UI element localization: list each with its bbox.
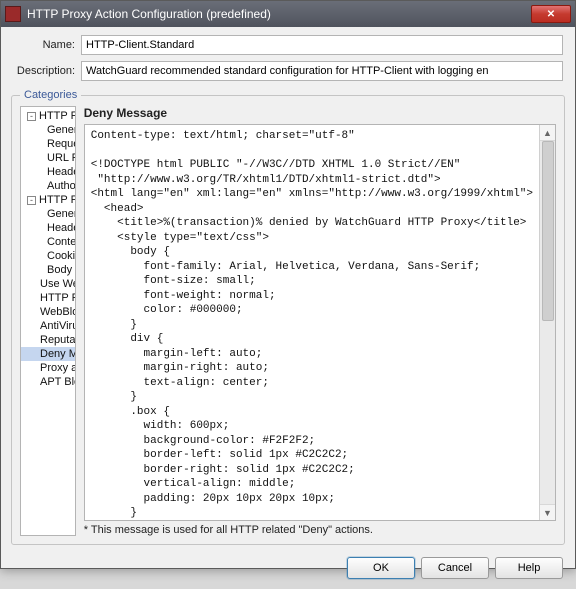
description-row: Description:	[13, 61, 563, 81]
categories-group: Categories -HTTP RequestGeneral Settings…	[11, 95, 565, 545]
tree-item-label: AntiVirus	[40, 320, 76, 332]
window-title: HTTP Proxy Action Configuration (predefi…	[27, 7, 531, 21]
help-button[interactable]: Help	[495, 557, 563, 579]
close-icon: ✕	[547, 9, 555, 20]
ok-button[interactable]: OK	[347, 557, 415, 579]
tree-expander-icon[interactable]: -	[27, 196, 36, 205]
scroll-up-arrow-icon[interactable]: ▲	[540, 125, 555, 141]
scroll-down-arrow-icon[interactable]: ▼	[540, 504, 555, 520]
tree-item[interactable]: URL Paths	[21, 151, 75, 165]
description-input[interactable]	[81, 61, 563, 81]
tree-item[interactable]: Body Content Types	[21, 263, 75, 277]
categories-inner: -HTTP RequestGeneral SettingsRequest Met…	[20, 106, 556, 536]
tree-item-label: Reputation Enabled Defense	[40, 334, 76, 346]
categories-tree[interactable]: -HTTP RequestGeneral SettingsRequest Met…	[20, 106, 76, 536]
tree-item[interactable]: Cookies	[21, 249, 75, 263]
tree-item-label: HTTP Request	[39, 110, 76, 122]
tree-item-label: HTTP Response	[39, 194, 76, 206]
tree-item[interactable]: Header Fields	[21, 165, 75, 179]
tree-item[interactable]: WebBlocker	[21, 305, 75, 319]
form-area: Name: Description:	[1, 27, 575, 91]
tree-item[interactable]: Deny Message	[21, 347, 75, 361]
categories-legend: Categories	[20, 89, 81, 101]
tree-item[interactable]: Proxy and AV Alarms	[21, 361, 75, 375]
tree-item-label: Authorization	[47, 180, 76, 192]
titlebar: HTTP Proxy Action Configuration (predefi…	[1, 1, 575, 27]
name-label: Name:	[13, 39, 75, 51]
name-input[interactable]	[81, 35, 563, 55]
tree-item-label: Request Methods	[47, 138, 76, 150]
tree-item[interactable]: General Settings	[21, 207, 75, 221]
tree-item[interactable]: Header Fields	[21, 221, 75, 235]
cancel-button[interactable]: Cancel	[421, 557, 489, 579]
tree-item-label: HTTP Proxy Exceptions	[40, 292, 76, 304]
tree-item-label: Proxy and AV Alarms	[40, 362, 76, 374]
tree-item[interactable]: Content Types	[21, 235, 75, 249]
tree-item-label: Header Fields	[47, 166, 76, 178]
deny-message-editor[interactable]: Content-type: text/html; charset="utf-8"…	[84, 124, 556, 521]
app-icon	[5, 6, 21, 22]
tree-item[interactable]: Request Methods	[21, 137, 75, 151]
deny-message-panel: Deny Message Content-type: text/html; ch…	[84, 106, 556, 536]
tree-item-label: Use Web Cache Server	[40, 278, 76, 290]
tree-item[interactable]: HTTP Proxy Exceptions	[21, 291, 75, 305]
deny-message-hint: * This message is used for all HTTP rela…	[84, 524, 556, 536]
description-label: Description:	[13, 65, 75, 77]
tree-item[interactable]: Use Web Cache Server	[21, 277, 75, 291]
dialog-window: HTTP Proxy Action Configuration (predefi…	[0, 0, 576, 569]
tree-item[interactable]: APT Blocker	[21, 375, 75, 389]
tree-item[interactable]: -HTTP Response	[21, 193, 75, 207]
tree-item-label: WebBlocker	[40, 306, 76, 318]
tree-item[interactable]: General Settings	[21, 123, 75, 137]
tree-item-label: Content Types	[47, 236, 76, 248]
tree-item[interactable]: AntiVirus	[21, 319, 75, 333]
tree-item-label: APT Blocker	[40, 376, 76, 388]
deny-message-code[interactable]: Content-type: text/html; charset="utf-8"…	[85, 125, 539, 520]
tree-item[interactable]: Reputation Enabled Defense	[21, 333, 75, 347]
tree-item-label: General Settings	[47, 208, 76, 220]
tree-item-label: Deny Message	[40, 348, 76, 360]
tree-item-label: Header Fields	[47, 222, 76, 234]
tree-item[interactable]: -HTTP Request	[21, 109, 75, 123]
tree-item-label: General Settings	[47, 124, 76, 136]
name-row: Name:	[13, 35, 563, 55]
tree-item-label: URL Paths	[47, 152, 76, 164]
deny-message-header: Deny Message	[84, 106, 556, 120]
tree-expander-icon[interactable]: -	[27, 112, 36, 121]
button-bar: OK Cancel Help	[1, 551, 575, 589]
close-button[interactable]: ✕	[531, 5, 571, 23]
tree-item[interactable]: Authorization	[21, 179, 75, 193]
tree-item-label: Body Content Types	[47, 264, 76, 276]
vertical-scrollbar[interactable]: ▲ ▼	[539, 125, 555, 520]
scroll-thumb[interactable]	[542, 141, 554, 321]
tree-item-label: Cookies	[47, 250, 76, 262]
